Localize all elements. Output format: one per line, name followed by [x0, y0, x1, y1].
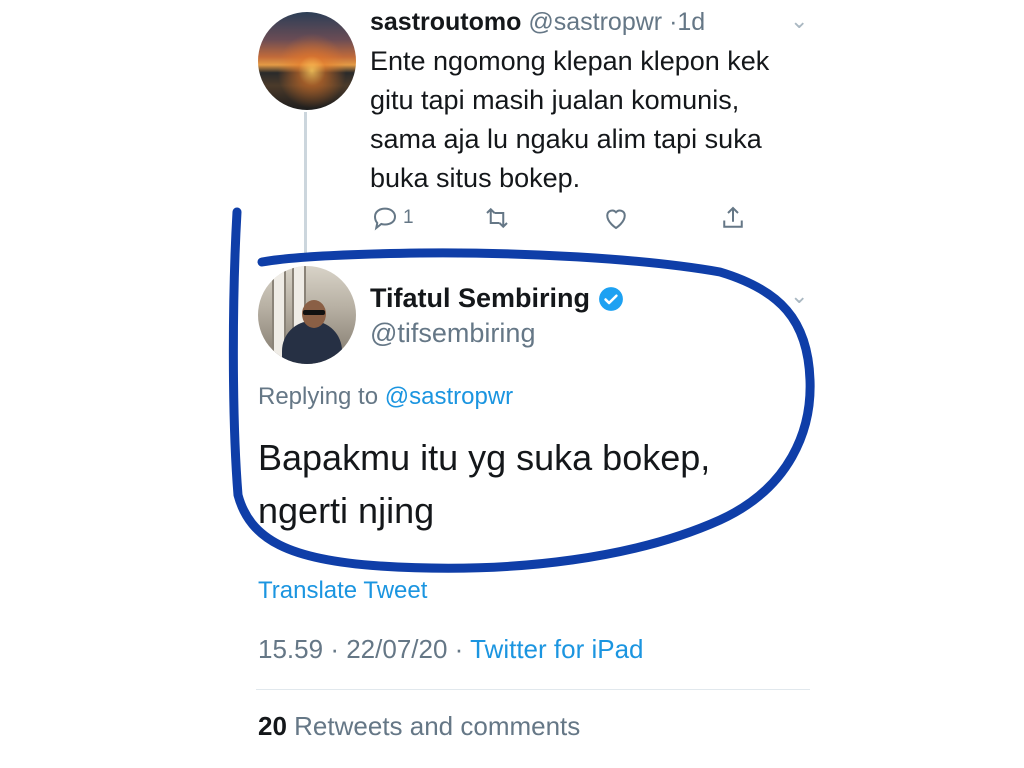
reply-text-line: sama aja lu ngaku alim tapi suka [370, 124, 762, 154]
reply-text-line: buka situs bokep. [370, 163, 581, 193]
tifatul-sembiring-avatar[interactable] [258, 266, 356, 364]
replying-to-link[interactable]: @sastropwr [385, 383, 513, 410]
reply-tweet-age[interactable]: 1d [677, 8, 705, 36]
retweet-icon [486, 207, 508, 229]
reply-text-line: Ente ngomong klepan klepon kek [370, 46, 770, 76]
tweet-date[interactable]: 22/07/20 [346, 634, 447, 664]
retweet-button[interactable] [482, 203, 512, 233]
reply-author-name[interactable]: sastroutomo [370, 8, 521, 36]
reply-icon [373, 207, 397, 231]
share-icon [723, 206, 743, 228]
meta-separator: · [330, 634, 339, 664]
reply-author-handle[interactable]: @sastropwr [528, 8, 662, 36]
verified-badge-icon [599, 286, 623, 311]
retweet-count: 20 [258, 711, 287, 741]
tweet-timestamp: 15.59 · 22/07/20 · Twitter for iPad [258, 634, 644, 665]
retweet-label: Retweets and comments [294, 711, 581, 741]
reply-count: 1 [403, 207, 414, 228]
thread-connector-line [304, 112, 307, 257]
reply-tweet-header: sastroutomo @sastropwr ·1d [370, 8, 705, 37]
meta-separator: · [454, 634, 464, 664]
main-text-line: Bapakmu itu yg suka bokep, [258, 437, 711, 478]
replying-to-label: Replying to [258, 383, 379, 410]
translate-tweet-link[interactable]: Translate Tweet [258, 577, 427, 605]
main-author-name[interactable]: Tifatul Sembiring [370, 283, 590, 314]
divider [256, 689, 810, 690]
reply-tweet-actions: 1 [370, 203, 770, 237]
like-button[interactable] [601, 203, 631, 233]
main-tweet-text: Bapakmu itu yg suka bokep, ngerti njing [258, 431, 710, 537]
chevron-down-icon[interactable]: ⌄ [790, 8, 808, 34]
tweet-time[interactable]: 15.59 [258, 634, 323, 664]
main-author-handle[interactable]: @tifsembiring [370, 318, 535, 349]
reply-tweet-text: Ente ngomong klepan klepon kek gitu tapi… [370, 42, 820, 198]
reply-button[interactable]: 1 [370, 203, 414, 233]
share-button[interactable] [718, 203, 748, 233]
main-tweet-header: Tifatul Sembiring [370, 283, 624, 314]
reply-text-line: gitu tapi masih jualan komunis, [370, 85, 740, 115]
replying-to-line: Replying to @sastropwr [258, 383, 513, 411]
sastroutomo-avatar[interactable] [258, 12, 356, 110]
retweets-and-comments[interactable]: 20 Retweets and comments [258, 711, 580, 742]
like-icon [606, 209, 626, 230]
main-text-line: ngerti njing [258, 490, 435, 531]
chevron-down-icon[interactable]: ⌄ [790, 283, 808, 309]
tweet-source-link[interactable]: Twitter for iPad [470, 634, 643, 664]
